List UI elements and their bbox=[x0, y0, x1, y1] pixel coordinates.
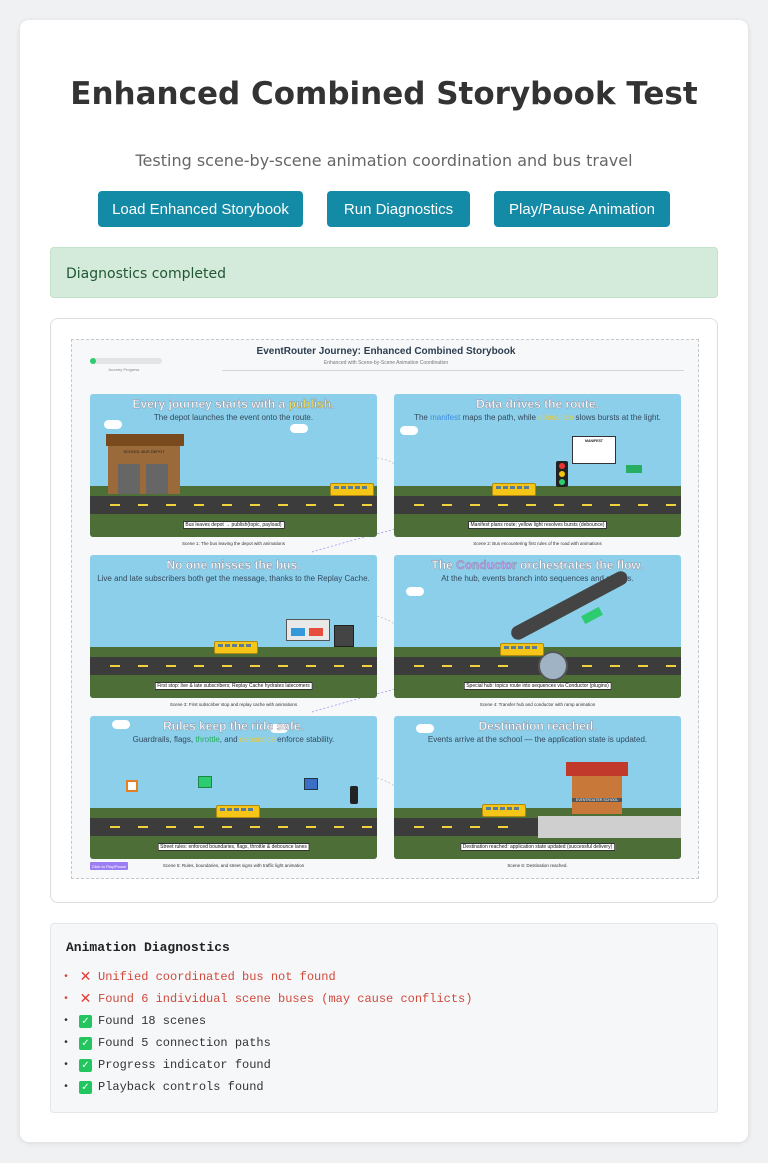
scene-4-label: Scene 4: Transfer hub and conductor with… bbox=[479, 702, 596, 707]
scene-1: Every journey starts with a publish. The… bbox=[90, 394, 377, 537]
bullet-icon: • bbox=[62, 1037, 69, 1049]
scene-2: Data drives the route. The manifest maps… bbox=[394, 394, 681, 537]
scene-1-caption: Bus leaves depot → publish(topic, payloa… bbox=[182, 521, 285, 529]
play-pause-button[interactable]: Play/Pause Animation bbox=[494, 191, 670, 227]
school-lot bbox=[538, 816, 681, 838]
diagnostic-text: Found 6 individual scene buses (may caus… bbox=[98, 992, 473, 1006]
check-icon: ✓ bbox=[79, 1080, 92, 1094]
connection-path bbox=[376, 457, 395, 465]
check-icon: ✓ bbox=[79, 1058, 92, 1072]
check-icon: ✓ bbox=[79, 1036, 92, 1050]
scene-2-title: Data drives the route. bbox=[476, 397, 599, 411]
load-storybook-button[interactable]: Load Enhanced Storybook bbox=[98, 191, 303, 227]
branch-bus bbox=[581, 606, 603, 625]
storybook-container: Journey Progress EventRouter Journey: En… bbox=[50, 318, 718, 903]
scene-4-title: The Conductor orchestrates the flow. bbox=[431, 558, 644, 572]
scene-6: Destination reached. Events arrive at th… bbox=[394, 716, 681, 859]
diagnostic-item: • ✓ Found 5 connection paths bbox=[61, 1032, 472, 1054]
scene-bus bbox=[216, 805, 260, 818]
run-diagnostics-button[interactable]: Run Diagnostics bbox=[327, 191, 470, 227]
scene-3-label: Scene 3: First subscriber stop and repla… bbox=[169, 702, 298, 707]
route-sign bbox=[626, 465, 642, 473]
scene-3: No one misses the bus. Live and late sub… bbox=[90, 555, 377, 698]
scene-5: Rules keep the ride safe. Guardrails, fl… bbox=[90, 716, 377, 859]
error-cross-icon: ✕ bbox=[79, 969, 92, 985]
diagnostic-item: • ✓ Playback controls found bbox=[61, 1076, 472, 1098]
scene-2-caption: Manifest plans route; yellow light resol… bbox=[467, 521, 608, 529]
school-sign: EVENTROUTER SCHOOL bbox=[572, 798, 622, 802]
diagnostics-title: Animation Diagnostics bbox=[66, 940, 230, 955]
scene-bus bbox=[482, 804, 526, 817]
traffic-light bbox=[350, 786, 358, 804]
diagnostic-item: • ✓ Progress indicator found bbox=[61, 1054, 472, 1076]
scene-5-caption: Street rules: enforced boundaries, flags… bbox=[157, 843, 310, 851]
page-subtitle: Testing scene-by-scene animation coordin… bbox=[135, 151, 633, 170]
scene-6-title: Destination reached. bbox=[478, 719, 597, 733]
connection-path bbox=[376, 615, 395, 625]
storybook-play-button[interactable]: Click to Play/Pause bbox=[90, 862, 128, 870]
main-card: Enhanced Combined Storybook Test Testing… bbox=[20, 20, 748, 1142]
bullet-icon: • bbox=[62, 971, 69, 983]
replay-cache-box bbox=[334, 625, 354, 647]
school-roof bbox=[566, 762, 628, 776]
scene-5-label: Scene 5: Rules, boundaries, and street s… bbox=[162, 863, 305, 868]
scene-1-title: Every journey starts with a publish. bbox=[132, 397, 335, 411]
scene-2-subtitle: The manifest maps the path, while deboun… bbox=[414, 413, 661, 422]
bullet-icon: • bbox=[62, 1059, 69, 1071]
error-cross-icon: ✕ bbox=[79, 991, 92, 1007]
scene-2-label: Scene 2: Bus encountering first rules of… bbox=[473, 541, 602, 546]
connection-path bbox=[376, 777, 395, 787]
scene-3-subtitle: Live and late subscribers both get the m… bbox=[97, 574, 370, 583]
diagnostics-panel: Animation Diagnostics • ✕ Unified coordina… bbox=[50, 923, 718, 1113]
bullet-icon: • bbox=[62, 1015, 69, 1027]
scene-4-caption: Special hub: topics route into sequences… bbox=[463, 682, 612, 690]
depot-building: SCHOOL BUS DEPOT bbox=[108, 446, 180, 494]
diagnostic-item: • ✓ Found 18 scenes bbox=[61, 1010, 472, 1032]
no-entry-sign bbox=[126, 780, 138, 792]
info-sign bbox=[304, 778, 318, 790]
scene-bus bbox=[214, 641, 258, 654]
scene-3-caption: First stop: live & late subscribers; Rep… bbox=[154, 682, 313, 690]
diagnostics-list: • ✕ Unified coordinated bus not found • ✕ Fou… bbox=[61, 966, 472, 1098]
depot-sign: SCHOOL BUS DEPOT bbox=[123, 449, 165, 454]
scene-4: The Conductor orchestrates the flow. At … bbox=[394, 555, 681, 698]
flag-sign bbox=[198, 776, 212, 788]
diagnostic-text: Progress indicator found bbox=[98, 1058, 271, 1072]
scene-1-subtitle: The depot launches the event onto the ro… bbox=[153, 413, 314, 422]
diagnostic-item: • ✕ Found 6 individual scene buses (may ca… bbox=[61, 988, 472, 1010]
manifest-board: MANIFEST bbox=[572, 436, 616, 464]
scene-6-subtitle: Events arrive at the school — the applic… bbox=[427, 735, 648, 744]
diagnostic-text: Found 5 connection paths bbox=[98, 1036, 271, 1050]
scene-5-subtitle: Guardrails, flags, throttle, and debounc… bbox=[132, 735, 335, 744]
diagnostic-text: Found 18 scenes bbox=[98, 1014, 207, 1028]
check-icon: ✓ bbox=[79, 1014, 92, 1028]
bullet-icon: • bbox=[62, 1081, 69, 1093]
scene-3-title: No one misses the bus. bbox=[166, 558, 301, 572]
scene-bus bbox=[500, 643, 544, 656]
page-title: Enhanced Combined Storybook Test bbox=[70, 76, 698, 112]
bus-stop-shelter bbox=[286, 619, 330, 641]
scene-6-caption: Destination reached: application state u… bbox=[459, 843, 616, 851]
diagnostic-text: Playback controls found bbox=[98, 1080, 264, 1094]
scene-6-label: Scene 6: Destination reached. bbox=[507, 863, 568, 868]
diagnostic-text: Unified coordinated bus not found bbox=[98, 970, 336, 984]
scene-4-subtitle: At the hub, events branch into sequences… bbox=[441, 574, 634, 583]
scene-5-title: Rules keep the ride safe. bbox=[163, 719, 304, 733]
scene-1-label: Scene 1: The bus leaving the depot with … bbox=[182, 541, 285, 546]
diagnostic-item: • ✕ Unified coordinated bus not found bbox=[61, 966, 472, 988]
depot-roof bbox=[106, 434, 184, 446]
scene-bus bbox=[492, 483, 536, 496]
school-building: EVENTROUTER SCHOOL bbox=[572, 776, 622, 814]
traffic-light bbox=[556, 461, 568, 487]
scene-bus bbox=[330, 483, 374, 496]
bullet-icon: • bbox=[62, 993, 69, 1005]
status-message: Diagnostics completed bbox=[50, 247, 718, 298]
storybook-canvas: Journey Progress EventRouter Journey: En… bbox=[71, 339, 699, 879]
